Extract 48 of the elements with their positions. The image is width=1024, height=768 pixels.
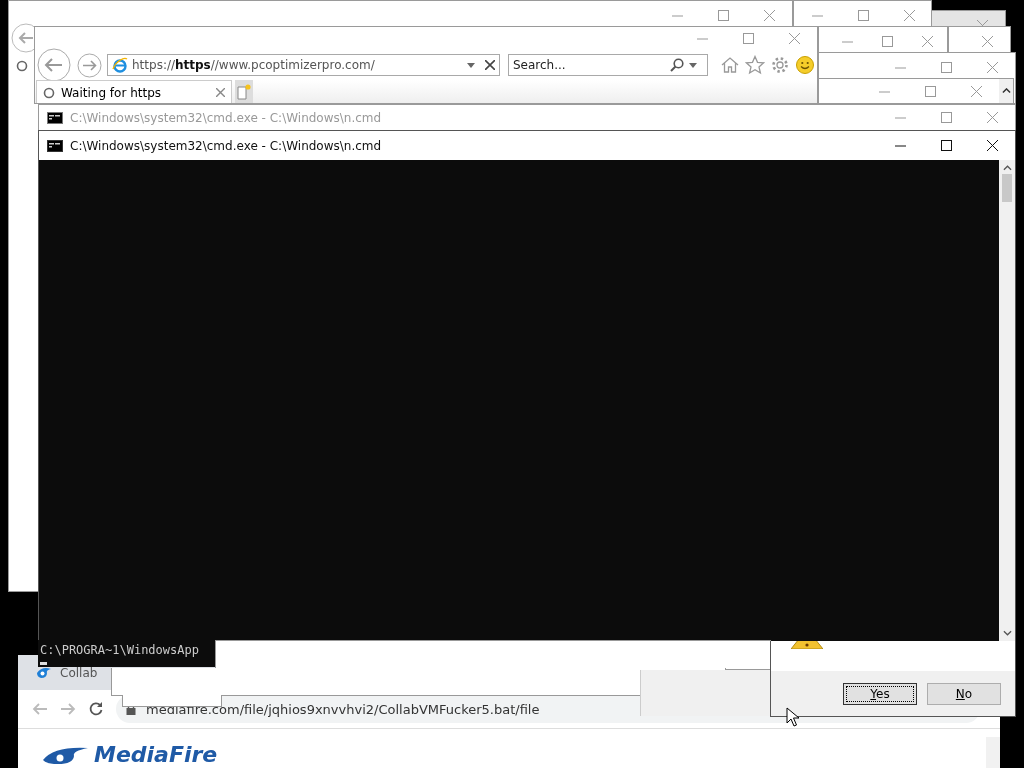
- back-button[interactable]: [37, 48, 71, 82]
- maximize-icon: [924, 85, 936, 97]
- home-icon[interactable]: [720, 55, 740, 75]
- window-title: C:\Windows\system32\cmd.exe - C:\Windows\n.cmd: [70, 110, 382, 125]
- url-text: mediafire.com/file/jqhios9xnvvhvi2/CollabVMFucker5.bat/file: [146, 701, 540, 717]
- scrollbar[interactable]: [986, 737, 1000, 768]
- maximize-icon: [857, 10, 869, 21]
- new-tab-icon: [237, 84, 251, 100]
- flame-logo-icon: [36, 666, 52, 679]
- search-field[interactable]: Search...: [508, 54, 708, 76]
- search-icon[interactable]: [670, 58, 684, 72]
- maximize-icon: [940, 140, 952, 151]
- console-icon: [47, 111, 63, 124]
- star-icon[interactable]: [745, 55, 765, 75]
- dropdown-caret-icon[interactable]: [467, 62, 475, 68]
- search-input[interactable]: Search...: [513, 58, 670, 72]
- smiley-icon[interactable]: [795, 55, 815, 75]
- forward-arrow-icon[interactable]: [60, 701, 76, 717]
- dropdown-caret-icon[interactable]: [689, 62, 697, 68]
- stop-icon[interactable]: [485, 60, 495, 70]
- url-text: https://https//www.pcoptimizerpro.com/: [132, 58, 376, 72]
- browser-logo-icon: [112, 57, 128, 73]
- maximize-icon: [742, 33, 754, 44]
- console-icon: [47, 139, 63, 152]
- loading-icon: [16, 60, 28, 72]
- maximize-icon: [717, 10, 729, 21]
- settings-icon[interactable]: [770, 55, 790, 75]
- maximize-icon: [881, 36, 893, 47]
- dialog-button[interactable]: No: [927, 682, 1001, 705]
- scroll-up-icon[interactable]: [1002, 165, 1012, 171]
- dialog-button[interactable]: Yes: [843, 682, 917, 705]
- browser-tab[interactable]: Waiting for https: [36, 80, 232, 103]
- window-title: C:\Windows\system32\cmd.exe - C:\Windows\n.cmd: [70, 138, 382, 153]
- address-field[interactable]: https://https//www.pcoptimizerpro.com/: [107, 54, 500, 76]
- text-cursor: [40, 662, 47, 665]
- new-tab-button[interactable]: [235, 80, 253, 103]
- reload-icon[interactable]: [88, 701, 104, 717]
- back-arrow-icon[interactable]: [11, 23, 35, 53]
- scrollbar[interactable]: [999, 160, 1015, 641]
- maximize-icon: [940, 62, 952, 73]
- scroll-down-icon[interactable]: [1002, 630, 1012, 636]
- maximize-icon: [940, 112, 952, 123]
- back-arrow-icon[interactable]: [32, 701, 48, 717]
- scroll-thumb[interactable]: [1002, 174, 1012, 202]
- console-text: C:\PROGRA~1\WindowsApp: [38, 640, 215, 667]
- forward-button[interactable]: [77, 52, 102, 78]
- logo-text: MediaFire: [94, 744, 218, 766]
- scroll-up-icon[interactable]: [1001, 88, 1011, 94]
